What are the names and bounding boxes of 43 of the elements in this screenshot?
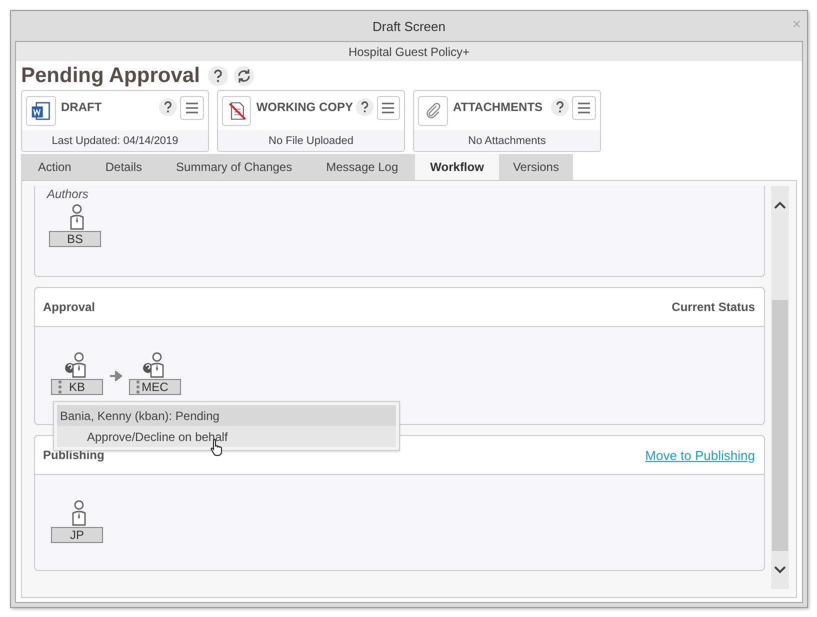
help-icon[interactable]: [356, 98, 374, 116]
section-label: Authors: [47, 187, 88, 201]
menu-button[interactable]: [572, 96, 596, 120]
help-icon[interactable]: [159, 98, 177, 116]
menu-header: Bania, Kenny (kban): Pending: [57, 405, 396, 426]
card-title: ATTACHMENTS: [453, 100, 544, 114]
card-title: WORKING COPY: [256, 100, 353, 114]
menu-item[interactable]: Approve/Decline on behalf: [57, 426, 396, 447]
card-footer: Last Updated: 04/14/2019: [22, 130, 208, 151]
help-icon[interactable]: [551, 98, 569, 116]
word-document-icon: [30, 100, 52, 122]
section-title: Approval: [43, 300, 96, 314]
section-title: Publishing: [43, 448, 104, 462]
help-icon[interactable]: [208, 66, 228, 86]
menu-button[interactable]: [180, 96, 204, 120]
arrow-icon: [109, 371, 123, 381]
dots-icon[interactable]: [136, 380, 140, 394]
tab[interactable]: Details: [88, 154, 160, 180]
scroll-up-icon[interactable]: [774, 201, 786, 209]
card-title: DRAFT: [61, 100, 103, 114]
card-footer: No File Uploaded: [218, 130, 404, 151]
tab[interactable]: Message Log: [309, 154, 416, 180]
tab[interactable]: Action: [21, 154, 88, 180]
menu-button[interactable]: [376, 96, 400, 120]
window-title: Draft Screen: [372, 18, 446, 34]
person-tag[interactable]: BS: [49, 231, 101, 247]
tab[interactable]: Versions: [498, 154, 573, 180]
person-tag[interactable]: JP: [51, 527, 103, 543]
refresh-icon[interactable]: [234, 66, 254, 86]
person-tag[interactable]: KB: [51, 379, 103, 395]
menu-icon: [185, 102, 199, 114]
page-heading: Pending Approval: [21, 64, 200, 88]
tab[interactable]: Summary of Changes: [159, 154, 310, 180]
scrollbar[interactable]: [771, 186, 789, 589]
menu-icon: [577, 102, 591, 114]
dots-icon[interactable]: [58, 380, 62, 394]
status-heading: Current Status: [672, 300, 755, 314]
card-footer: No Attachments: [414, 130, 600, 151]
menu-icon: [381, 102, 396, 114]
person-tag[interactable]: MEC: [129, 379, 181, 395]
subtitle-bar: Hospital Guest Policy+: [16, 42, 802, 61]
tab[interactable]: Workflow: [415, 154, 499, 180]
scroll-down-icon[interactable]: [774, 566, 786, 574]
